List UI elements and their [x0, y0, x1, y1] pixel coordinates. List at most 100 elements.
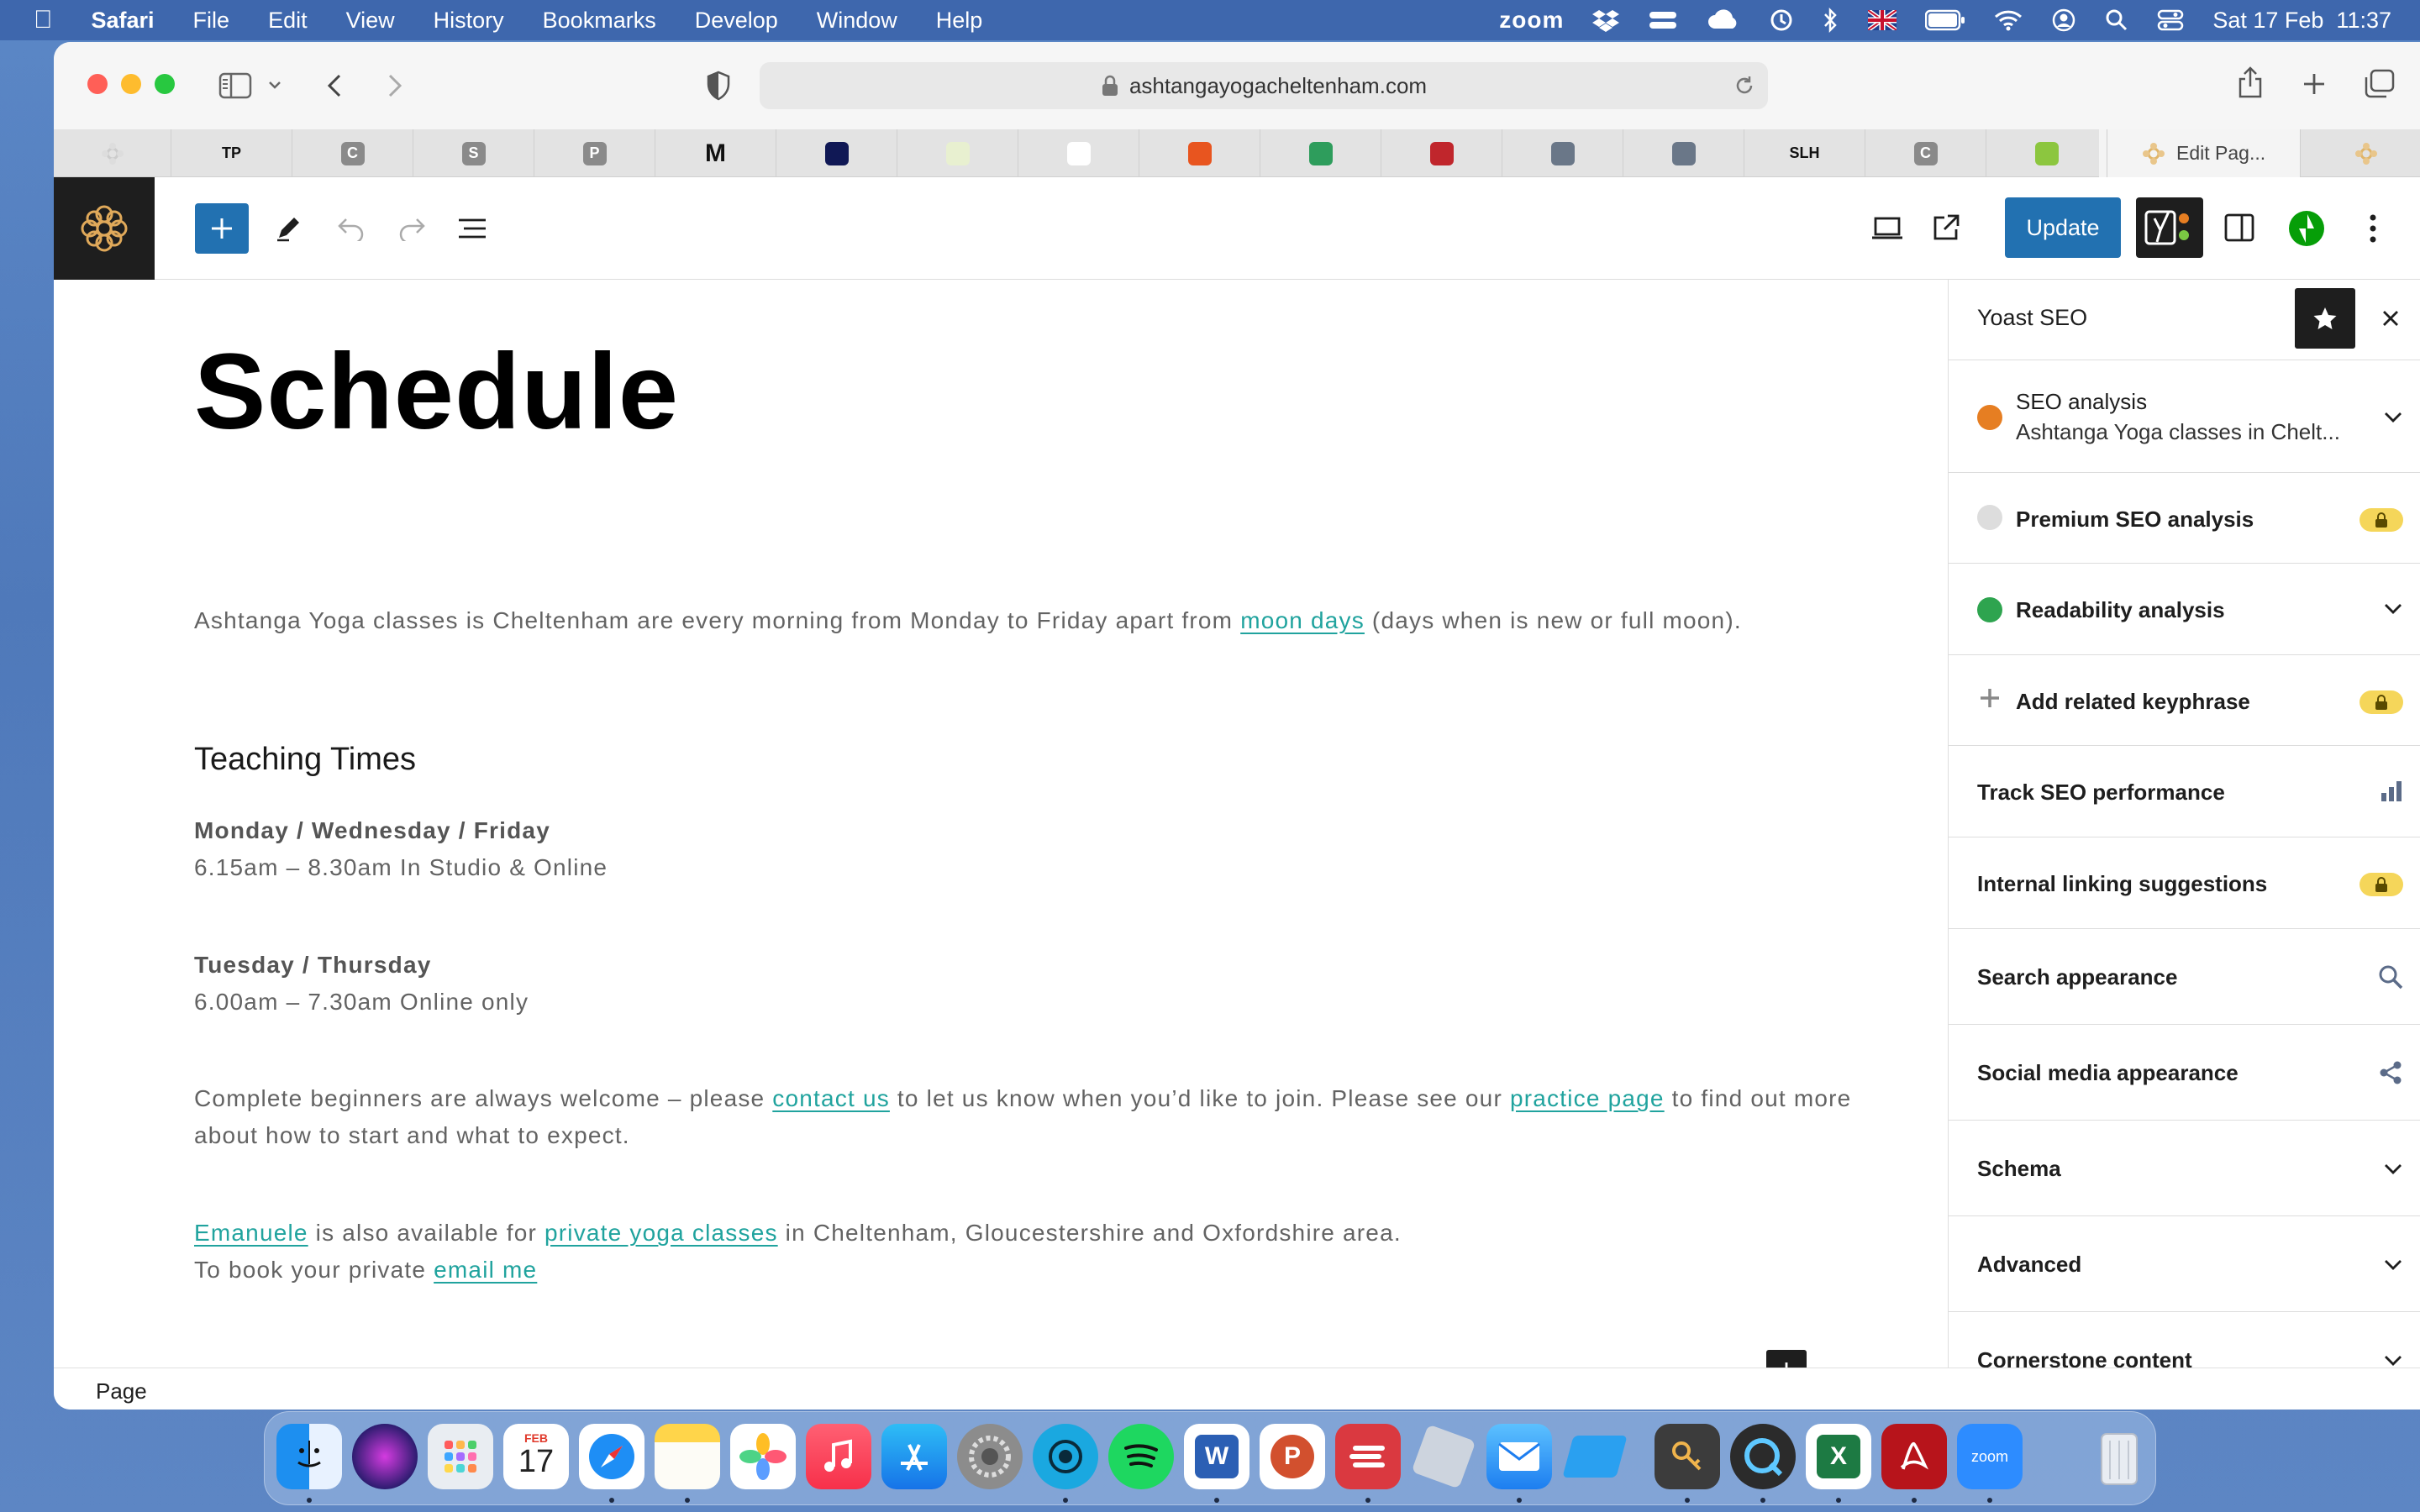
forward-icon[interactable]	[385, 72, 405, 99]
track-seo-panel[interactable]: Track SEO performance	[1949, 746, 2420, 837]
quicktime-icon[interactable]	[1730, 1424, 1796, 1489]
search-appearance-panel[interactable]: Search appearance	[1949, 929, 2420, 1025]
update-button[interactable]: Update	[2005, 197, 2121, 258]
seo-analysis-panel[interactable]: SEO analysis Ashtanga Yoga classes in Ch…	[1949, 367, 2420, 473]
paw-icon[interactable]	[1411, 1424, 1476, 1489]
browser-tab[interactable]: M	[655, 129, 776, 177]
internal-linking-panel[interactable]: Internal linking suggestions	[1949, 837, 2420, 929]
zoom-status-item[interactable]: zoom	[1499, 7, 1564, 34]
browser-tab[interactable]: TP	[171, 129, 292, 177]
dropbox-icon[interactable]	[1592, 8, 1620, 32]
practice-page-link[interactable]: practice page	[1510, 1085, 1665, 1111]
excel-icon[interactable]: X	[1806, 1424, 1871, 1489]
app-store-icon[interactable]	[881, 1424, 947, 1489]
powerpoint-icon[interactable]: P	[1260, 1424, 1325, 1489]
tab-overview-icon[interactable]	[2363, 69, 2395, 99]
schema-panel[interactable]: Schema	[1949, 1121, 2420, 1216]
premium-seo-panel[interactable]: Premium SEO analysis	[1949, 473, 2420, 564]
zoom-window-button[interactable]	[155, 74, 175, 94]
new-tab-icon[interactable]	[2301, 71, 2328, 97]
calendar-icon[interactable]: FEB 17	[503, 1424, 569, 1489]
cloud-icon[interactable]	[1707, 8, 1740, 32]
emanuele-link[interactable]: Emanuele	[194, 1220, 308, 1246]
sync-icon[interactable]	[1648, 8, 1678, 32]
undo-icon[interactable]	[336, 216, 366, 241]
related-keyphrase-panel[interactable]: Add related keyphrase	[1949, 655, 2420, 746]
view-page-icon[interactable]	[1931, 213, 1961, 243]
tab-last[interactable]	[2301, 129, 2420, 177]
readability-panel[interactable]: Readability analysis	[1949, 564, 2420, 655]
battery-icon[interactable]	[1925, 9, 1965, 31]
clock[interactable]: Sat 17 Feb 11:37	[2212, 8, 2391, 34]
teaching-times-heading[interactable]: Teaching Times	[194, 742, 416, 778]
settings-sidebar-icon[interactable]	[2223, 213, 2255, 243]
launchpad-icon[interactable]	[428, 1424, 493, 1489]
block-inserter-button[interactable]	[195, 203, 249, 254]
redo-icon[interactable]	[397, 216, 427, 241]
menu-develop[interactable]: Develop	[695, 8, 778, 34]
music-icon[interactable]	[806, 1424, 871, 1489]
tab-edit-page[interactable]: Edit Pag...	[2099, 129, 2301, 177]
close-window-button[interactable]	[87, 74, 108, 94]
browser-tab[interactable]: S	[413, 129, 534, 177]
word-icon[interactable]: W	[1184, 1424, 1249, 1489]
minimize-window-button[interactable]	[121, 74, 141, 94]
user-icon[interactable]	[2051, 8, 2076, 33]
jetpack-icon[interactable]	[2287, 209, 2326, 248]
siri-icon[interactable]	[352, 1424, 418, 1489]
mail-icon[interactable]	[1486, 1424, 1552, 1489]
reload-icon[interactable]	[1733, 74, 1756, 97]
acrobat-icon[interactable]	[1881, 1424, 1947, 1489]
preview-device-icon[interactable]	[1870, 216, 1904, 241]
finder-icon[interactable]	[276, 1424, 342, 1489]
bluetooth-icon[interactable]	[1823, 8, 1839, 33]
address-bar[interactable]: ashtangayogacheltenham.com	[760, 62, 1768, 109]
private-paragraph[interactable]: Emanuele is also available for private y…	[194, 1215, 1858, 1289]
browser-tab[interactable]	[1986, 129, 2107, 177]
yoast-seo-button[interactable]	[2136, 197, 2203, 258]
camo-icon[interactable]	[1033, 1424, 1098, 1489]
menu-file[interactable]: File	[193, 8, 230, 34]
menu-history[interactable]: History	[434, 8, 504, 34]
edit-tool-icon[interactable]	[274, 214, 302, 243]
browser-tab[interactable]: P	[534, 129, 655, 177]
intro-paragraph[interactable]: Ashtanga Yoga classes is Cheltenham are …	[194, 602, 1858, 639]
browser-tab[interactable]	[1260, 129, 1381, 177]
cursor-icon[interactable]	[1562, 1424, 1628, 1489]
wifi-icon[interactable]	[1994, 9, 2023, 31]
browser-tab[interactable]	[776, 129, 897, 177]
browser-tab[interactable]	[1018, 129, 1139, 177]
chevron-down-icon[interactable]	[267, 79, 282, 91]
browser-tab[interactable]: C	[292, 129, 413, 177]
pin-sidebar-button[interactable]	[2295, 288, 2355, 349]
page-title[interactable]: Schedule	[194, 330, 679, 454]
menu-bookmarks[interactable]: Bookmarks	[543, 8, 656, 34]
menu-view[interactable]: View	[346, 8, 395, 34]
advanced-panel[interactable]: Advanced	[1949, 1216, 2420, 1312]
trash-icon[interactable]	[2086, 1424, 2152, 1489]
schedule-block-2[interactable]: Tuesday / Thursday 6.00am – 7.30am Onlin…	[194, 947, 1858, 1021]
close-sidebar-button[interactable]	[2372, 300, 2409, 337]
email-me-link[interactable]: email me	[434, 1257, 537, 1283]
back-icon[interactable]	[324, 72, 345, 99]
system-settings-icon[interactable]	[957, 1424, 1023, 1489]
site-logo-button[interactable]	[54, 177, 155, 280]
time-machine-icon[interactable]	[1769, 8, 1794, 33]
uk-flag-icon[interactable]	[1868, 10, 1897, 30]
privacy-shield-icon[interactable]	[706, 71, 731, 101]
more-options-icon[interactable]	[2368, 213, 2378, 244]
beginners-paragraph[interactable]: Complete beginners are always welcome – …	[194, 1080, 1858, 1154]
social-appearance-panel[interactable]: Social media appearance	[1949, 1025, 2420, 1121]
breadcrumb-page[interactable]: Page	[96, 1378, 147, 1404]
moon-days-link[interactable]: moon days	[1240, 607, 1365, 633]
tab-pinned[interactable]	[54, 129, 171, 177]
zoom-icon[interactable]: zoom	[1957, 1424, 2023, 1489]
sidebar-toggle-icon[interactable]	[218, 72, 252, 99]
notes-icon[interactable]	[655, 1424, 720, 1489]
browser-tab[interactable]	[1502, 129, 1623, 177]
browser-tab[interactable]: C	[1865, 129, 1986, 177]
control-center-icon[interactable]	[2157, 8, 2184, 32]
keychain-icon[interactable]	[1655, 1424, 1720, 1489]
safari-icon[interactable]	[579, 1424, 644, 1489]
private-classes-link[interactable]: private yoga classes	[544, 1220, 778, 1246]
